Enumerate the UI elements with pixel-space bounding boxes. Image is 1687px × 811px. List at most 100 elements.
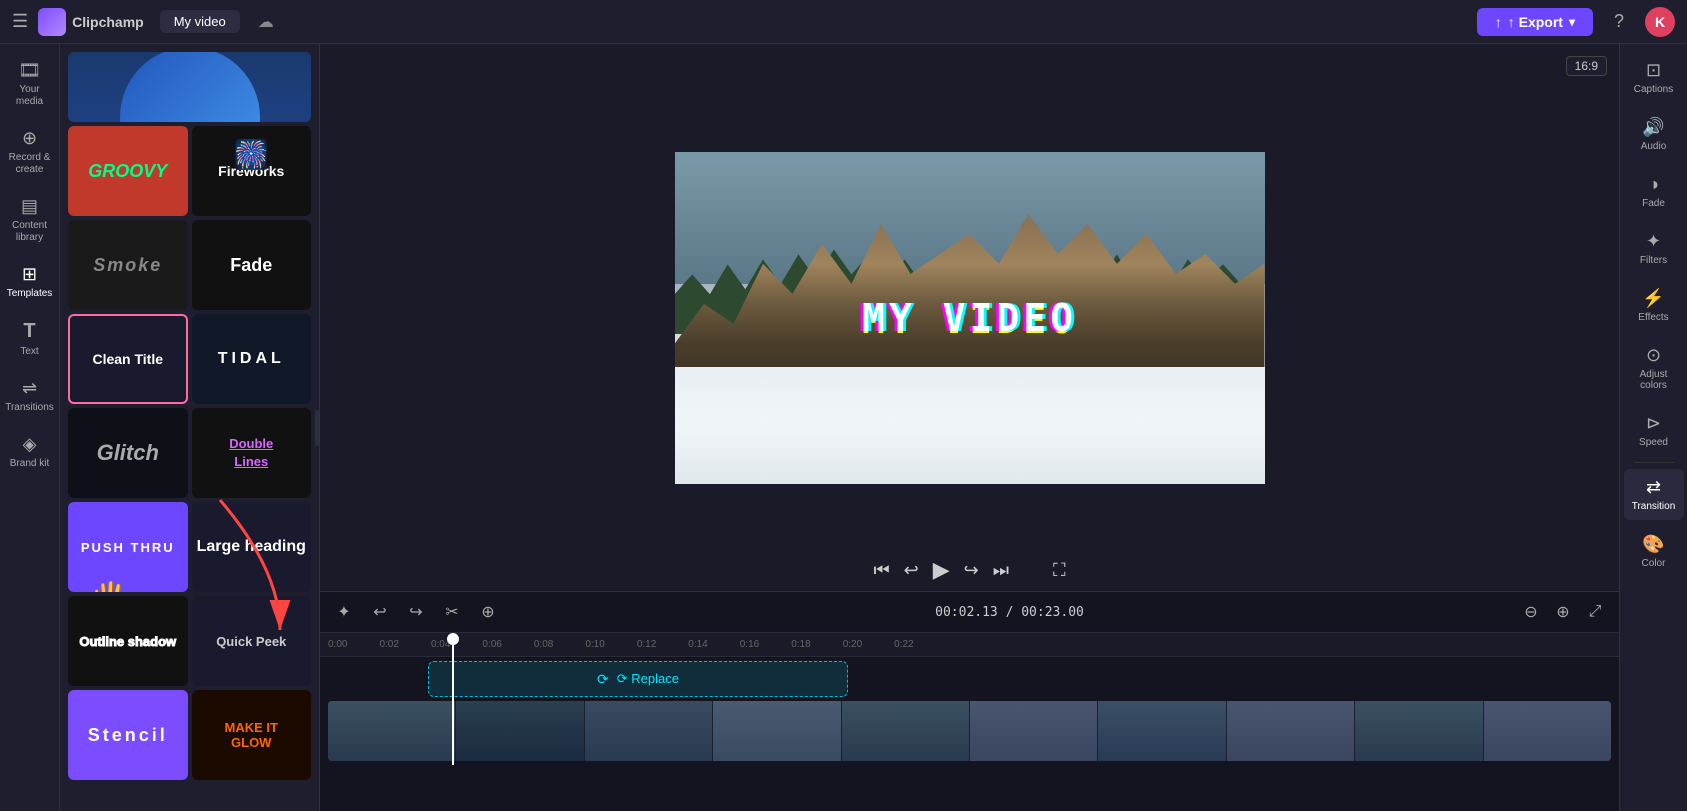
video-thumb-2 <box>456 701 584 761</box>
text-track[interactable]: ⟳ ⟳ Replace <box>428 661 848 697</box>
video-preview-area: 16:9 MY VIDEO ⏮ ↩ ▶ ↪ ⏭ ⛶ <box>320 44 1619 591</box>
right-sidebar-audio[interactable]: 🔊 Audio <box>1624 109 1684 160</box>
left-sidebar: 🎞 Your media ⊕ Record & create ▤ Content… <box>0 44 60 811</box>
template-card-push-thru[interactable]: PUSH THRU 🖐 <box>68 502 188 592</box>
template-card-outline-shadow[interactable]: Outline shadow <box>68 596 188 686</box>
rewind-5s-button[interactable]: ↩ <box>904 560 919 581</box>
video-thumb-8 <box>1227 701 1355 761</box>
zoom-out-button[interactable]: ⊖ <box>1517 598 1545 626</box>
template-card-fade[interactable]: Fade <box>192 220 312 310</box>
template-card-blue-top[interactable] <box>68 52 311 122</box>
clean-title-label: Clean Title <box>92 351 163 367</box>
redo-button[interactable]: ↪ <box>402 598 430 626</box>
sidebar-item-brand-kit[interactable]: ◈ Brand kit <box>4 426 56 478</box>
zoom-in-button[interactable]: ⊕ <box>1549 598 1577 626</box>
play-pause-button[interactable]: ▶ <box>933 557 950 583</box>
transition-label: Transition <box>1632 501 1676 512</box>
video-thumb-9 <box>1355 701 1483 761</box>
sidebar-item-templates[interactable]: ⊞ Templates <box>4 256 56 308</box>
export-dropdown-arrow: ▾ <box>1569 15 1575 29</box>
timeline-tracks: ⟳ ⟳ Replace <box>320 657 1619 765</box>
template-card-fireworks[interactable]: Fireworks 🎆 <box>192 126 312 216</box>
playhead-head <box>447 633 459 645</box>
timeline-playhead <box>452 633 454 765</box>
current-tab[interactable]: My video <box>160 10 240 33</box>
sidebar-item-record-create[interactable]: ⊕ Record & create <box>4 120 56 184</box>
template-card-make-it-glow[interactable]: MAKE IT GLOW <box>192 690 312 780</box>
template-card-stencil[interactable]: Stencil <box>68 690 188 780</box>
sidebar-item-your-media[interactable]: 🎞 Your media <box>4 52 56 116</box>
sidebar-templates-label: Templates <box>7 288 53 300</box>
ruler-mark-3: 0:06 <box>482 639 501 650</box>
export-icon: ↑ <box>1495 14 1502 30</box>
template-card-tidal[interactable]: TIDAL <box>192 314 312 404</box>
topbar: ☰ Clipchamp My video ☁ ↑ ↑ Export ▾ ? K <box>0 0 1687 44</box>
template-card-quick-peek[interactable]: Quick Peek <box>192 596 312 686</box>
fireworks-icon: 🎆 <box>234 138 269 171</box>
fade-icon: ◑ <box>1648 174 1659 195</box>
double-lines-label: Double Lines <box>229 435 273 471</box>
undo-button[interactable]: ↩ <box>366 598 394 626</box>
template-grid: GROOVY Fireworks 🎆 Smoke Fade Clean Titl… <box>60 44 319 788</box>
split-button[interactable]: ✂ <box>438 598 466 626</box>
add-media-button[interactable]: ⊕ <box>474 598 502 626</box>
sidebar-item-content-library[interactable]: ▤ Content library <box>4 188 56 252</box>
skip-forward-button[interactable]: ⏭ <box>993 560 1009 581</box>
right-sidebar-color[interactable]: 🎨 Color <box>1624 526 1684 577</box>
filters-label: Filters <box>1640 255 1667 266</box>
right-sidebar-captions[interactable]: ⊡ Captions <box>1624 52 1684 103</box>
fit-timeline-button[interactable]: ⤢ <box>1581 598 1609 626</box>
menu-icon[interactable]: ☰ <box>12 11 28 32</box>
sidebar-text-label: Text <box>20 346 38 358</box>
right-sidebar-fade[interactable]: ◑ Fade <box>1624 166 1684 217</box>
ruler-mark-4: 0:08 <box>534 639 553 650</box>
right-sidebar-filters[interactable]: ✦ Filters <box>1624 223 1684 274</box>
filters-icon: ✦ <box>1646 231 1661 252</box>
text-icon: T <box>23 320 35 343</box>
audio-label: Audio <box>1641 141 1667 152</box>
template-card-glitch[interactable]: Glitch <box>68 408 188 498</box>
select-tool-button[interactable]: ✦ <box>330 598 358 626</box>
template-card-smoke[interactable]: Smoke <box>68 220 188 310</box>
export-button[interactable]: ↑ ↑ Export ▾ <box>1477 8 1593 36</box>
record-create-icon: ⊕ <box>22 128 37 149</box>
sidebar-item-transitions[interactable]: ⇌ Transitions <box>4 370 56 422</box>
transitions-icon: ⇌ <box>22 378 37 399</box>
groovy-label: GROOVY <box>88 161 167 182</box>
ruler-mark-10: 0:20 <box>843 639 862 650</box>
template-card-large-heading[interactable]: Large heading <box>192 502 312 592</box>
large-heading-label: Large heading <box>197 538 306 556</box>
right-sidebar-transition[interactable]: ⇄ Transition <box>1624 469 1684 520</box>
avatar[interactable]: K <box>1645 7 1675 37</box>
push-thru-label: PUSH THRU <box>81 540 175 555</box>
ruler-mark-0: 0:00 <box>328 639 347 650</box>
timeline-time-display: 00:02.13 / 00:23.00 <box>510 605 1509 620</box>
template-card-groovy[interactable]: GROOVY <box>68 126 188 216</box>
right-sidebar-speed[interactable]: ⊳ Speed <box>1624 405 1684 456</box>
adjust-colors-icon: ⊙ <box>1646 345 1661 366</box>
right-sidebar: ⊡ Captions 🔊 Audio ◑ Fade ✦ Filters ⚡ Ef… <box>1619 44 1687 811</box>
template-card-clean-title[interactable]: Clean Title <box>68 314 188 404</box>
transition-icon: ⇄ <box>1646 477 1661 498</box>
cursor-hand: 🖐 <box>88 580 135 592</box>
sidebar-content-label: Content library <box>8 220 52 244</box>
skip-back-button[interactable]: ⏮ <box>873 560 889 581</box>
video-controls: ⏮ ↩ ▶ ↪ ⏭ ⛶ <box>320 557 1619 583</box>
ruler-mark-7: 0:14 <box>688 639 707 650</box>
video-track[interactable] <box>328 701 1611 761</box>
ruler-mark-6: 0:12 <box>637 639 656 650</box>
video-thumb-6 <box>970 701 1098 761</box>
templates-icon: ⊞ <box>22 264 37 285</box>
template-card-double-lines[interactable]: Double Lines <box>192 408 312 498</box>
video-snow-bg <box>675 367 1265 483</box>
help-button[interactable]: ? <box>1603 6 1635 38</box>
video-thumb-5 <box>842 701 970 761</box>
cloud-save-icon[interactable]: ☁ <box>250 6 282 38</box>
fullscreen-button[interactable]: ⛶ <box>1053 560 1066 581</box>
speed-icon: ⊳ <box>1646 413 1661 434</box>
forward-5s-button[interactable]: ↪ <box>964 560 979 581</box>
sidebar-item-text[interactable]: T Text <box>4 312 56 366</box>
right-sidebar-effects[interactable]: ⚡ Effects <box>1624 280 1684 331</box>
brand-kit-icon: ◈ <box>23 434 37 455</box>
right-sidebar-adjust-colors[interactable]: ⊙ Adjust colors <box>1624 337 1684 399</box>
